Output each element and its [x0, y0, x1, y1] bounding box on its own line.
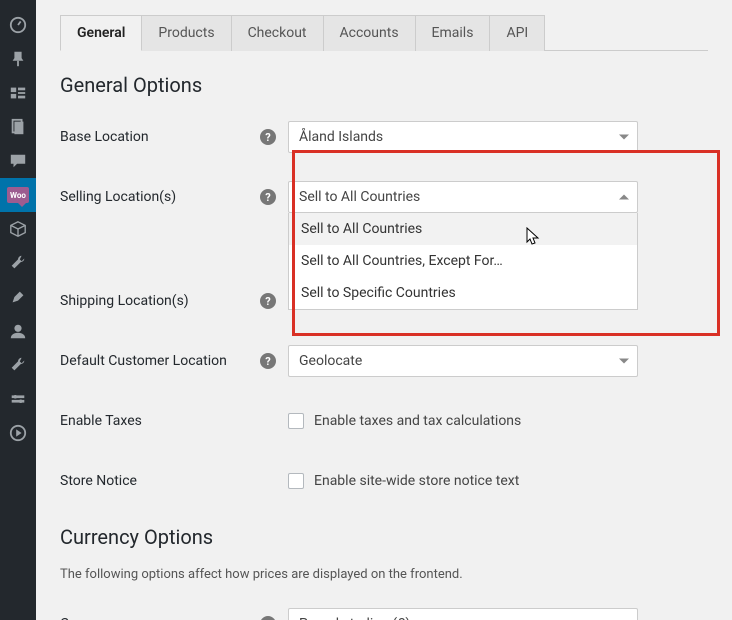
- tab-accounts[interactable]: Accounts: [324, 15, 416, 51]
- label-shipping-locations: Shipping Location(s): [60, 293, 260, 309]
- tab-general[interactable]: General: [60, 15, 142, 51]
- select-base-location[interactable]: Åland Islands: [288, 121, 638, 153]
- dropdown-selling-locations: Sell to All Countries Sell to All Countr…: [288, 213, 638, 310]
- help-icon[interactable]: ?: [260, 293, 276, 309]
- dropdown-option[interactable]: Sell to Specific Countries: [289, 277, 637, 309]
- sidebar-pin-icon[interactable]: [0, 42, 36, 76]
- checkbox-store-notice[interactable]: [288, 473, 304, 489]
- chevron-down-icon: [619, 359, 629, 364]
- sidebar-pages-icon[interactable]: [0, 110, 36, 144]
- checkbox-enable-taxes[interactable]: [288, 413, 304, 429]
- label-currency: Currency: [60, 616, 260, 620]
- label-default-customer-location: Default Customer Location: [60, 353, 260, 369]
- help-icon[interactable]: ?: [260, 129, 276, 145]
- row-enable-taxes: Enable Taxes Enable taxes and tax calcul…: [60, 399, 708, 443]
- select-selling-locations[interactable]: Sell to All Countries: [288, 181, 638, 213]
- help-icon[interactable]: ?: [260, 189, 276, 205]
- row-currency: Currency ? Pound sterling (£): [60, 602, 708, 620]
- sidebar-users-icon[interactable]: [0, 314, 36, 348]
- sidebar-media-icon[interactable]: [0, 76, 36, 110]
- checkbox-label-enable-taxes: Enable taxes and tax calculations: [314, 413, 521, 429]
- admin-sidebar: Woo: [0, 0, 36, 620]
- chevron-up-icon: [619, 195, 629, 200]
- select-value: Pound sterling (£): [299, 616, 410, 620]
- sidebar-products-icon[interactable]: [0, 212, 36, 246]
- currency-options-heading: Currency Options: [60, 525, 708, 549]
- cursor-icon: [525, 227, 541, 247]
- sidebar-appearance-icon[interactable]: [0, 280, 36, 314]
- select-value: Åland Islands: [299, 129, 383, 145]
- tab-products[interactable]: Products: [142, 15, 231, 51]
- row-selling-locations: Selling Location(s) ? Sell to All Countr…: [60, 175, 708, 219]
- sidebar-dashboard-icon[interactable]: [0, 8, 36, 42]
- tab-api[interactable]: API: [490, 15, 545, 51]
- tab-checkout[interactable]: Checkout: [232, 15, 324, 51]
- label-base-location: Base Location: [60, 129, 260, 145]
- settings-tabs: General Products Checkout Accounts Email…: [60, 14, 708, 51]
- tab-emails[interactable]: Emails: [416, 15, 491, 51]
- select-currency[interactable]: Pound sterling (£): [288, 608, 638, 620]
- sidebar-tools-icon[interactable]: [0, 246, 36, 280]
- dropdown-option[interactable]: Sell to All Countries, Except For…: [289, 245, 637, 277]
- sidebar-plugins-icon[interactable]: [0, 382, 36, 416]
- row-store-notice: Store Notice Enable site-wide store noti…: [60, 459, 708, 503]
- currency-options-desc: The following options affect how prices …: [60, 567, 708, 582]
- label-enable-taxes: Enable Taxes: [60, 413, 260, 429]
- general-options-heading: General Options: [60, 73, 708, 97]
- sidebar-collapse-icon[interactable]: [0, 416, 36, 450]
- sidebar-comments-icon[interactable]: [0, 144, 36, 178]
- settings-panel: General Products Checkout Accounts Email…: [36, 0, 732, 620]
- row-base-location: Base Location ? Åland Islands: [60, 115, 708, 159]
- help-icon[interactable]: ?: [260, 353, 276, 369]
- dropdown-option[interactable]: Sell to All Countries: [289, 213, 637, 245]
- checkbox-label-store-notice: Enable site-wide store notice text: [314, 473, 519, 489]
- chevron-down-icon: [619, 135, 629, 140]
- select-value: Sell to All Countries: [299, 189, 420, 205]
- select-default-customer-location[interactable]: Geolocate: [288, 345, 638, 377]
- sidebar-woocommerce-icon[interactable]: Woo: [0, 178, 36, 212]
- sidebar-settings-icon[interactable]: [0, 348, 36, 382]
- label-store-notice: Store Notice: [60, 473, 260, 489]
- help-icon[interactable]: ?: [260, 616, 276, 620]
- row-default-customer-location: Default Customer Location ? Geolocate: [60, 339, 708, 383]
- label-selling-locations: Selling Location(s): [60, 189, 176, 205]
- select-value: Geolocate: [299, 353, 362, 369]
